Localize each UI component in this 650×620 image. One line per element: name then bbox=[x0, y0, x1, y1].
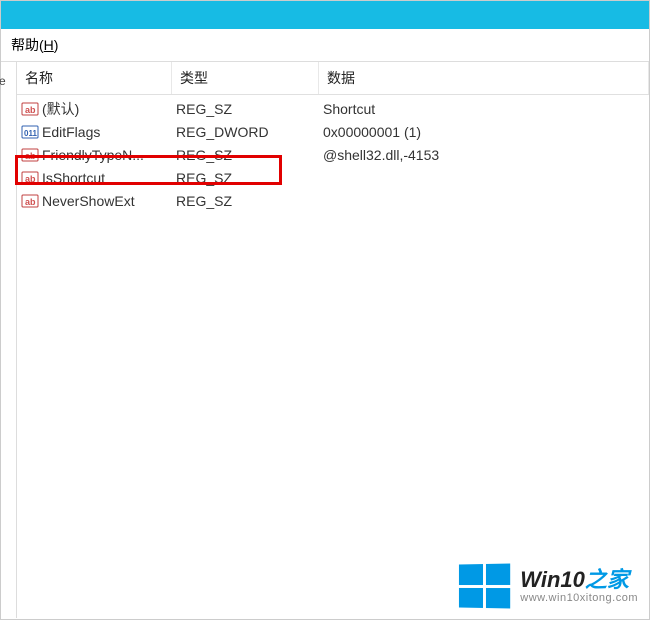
svg-text:ab: ab bbox=[25, 151, 36, 161]
svg-text:011: 011 bbox=[24, 129, 37, 138]
row-type: REG_SZ bbox=[172, 101, 319, 117]
reg-string-icon: ab bbox=[21, 192, 39, 210]
tree-panel[interactable]: e bbox=[1, 62, 17, 618]
table-row[interactable]: 011 EditFlags REG_DWORD 0x00000001 (1) bbox=[17, 120, 649, 143]
menu-help[interactable]: 帮助(H) bbox=[11, 37, 58, 53]
row-name: NeverShowExt bbox=[42, 193, 135, 209]
windows-logo-icon bbox=[459, 563, 510, 608]
list-panel[interactable]: 名称 类型 数据 ab (默认) REG_SZ Shortcut bbox=[17, 62, 649, 618]
row-type: REG_DWORD bbox=[172, 124, 319, 140]
list-body: ab (默认) REG_SZ Shortcut 011 EditFlags RE… bbox=[17, 95, 649, 212]
column-header-type[interactable]: 类型 bbox=[172, 62, 319, 94]
row-type: REG_SZ bbox=[172, 193, 319, 209]
table-row[interactable]: ab (默认) REG_SZ Shortcut bbox=[17, 97, 649, 120]
title-bar bbox=[1, 1, 649, 29]
svg-text:ab: ab bbox=[25, 105, 36, 115]
list-header: 名称 类型 数据 bbox=[17, 62, 649, 95]
row-type: REG_SZ bbox=[172, 147, 319, 163]
row-type: REG_SZ bbox=[172, 170, 319, 186]
row-data: Shortcut bbox=[319, 101, 649, 117]
table-row[interactable]: ab NeverShowExt REG_SZ bbox=[17, 189, 649, 212]
reg-string-icon: ab bbox=[21, 169, 39, 187]
table-row[interactable]: ab IsShortcut REG_SZ bbox=[17, 166, 649, 189]
reg-string-icon: ab bbox=[21, 146, 39, 164]
svg-text:ab: ab bbox=[25, 197, 36, 207]
row-data: 0x00000001 (1) bbox=[319, 124, 649, 140]
menu-help-accel: H bbox=[44, 37, 54, 53]
watermark-url: www.win10xitong.com bbox=[520, 592, 638, 604]
reg-binary-icon: 011 bbox=[21, 123, 39, 141]
row-data: @shell32.dll,-4153 bbox=[319, 147, 649, 163]
reg-string-icon: ab bbox=[21, 100, 39, 118]
menu-help-label-pre: 帮助( bbox=[11, 37, 44, 53]
row-name: FriendlyTypeN... bbox=[42, 147, 144, 163]
row-name: IsShortcut bbox=[42, 170, 105, 186]
watermark: Win10之家 www.win10xitong.com bbox=[458, 564, 638, 608]
tree-node-fragment: e bbox=[0, 74, 6, 88]
column-header-name[interactable]: 名称 bbox=[17, 62, 172, 94]
svg-text:ab: ab bbox=[25, 174, 36, 184]
menu-bar: 帮助(H) bbox=[1, 29, 649, 62]
column-header-data[interactable]: 数据 bbox=[319, 62, 649, 94]
watermark-title: Win10之家 bbox=[520, 568, 638, 592]
table-row[interactable]: ab FriendlyTypeN... REG_SZ @shell32.dll,… bbox=[17, 143, 649, 166]
row-name: EditFlags bbox=[42, 124, 100, 140]
row-name: (默认) bbox=[42, 99, 79, 119]
menu-help-label-close: ) bbox=[54, 37, 59, 53]
